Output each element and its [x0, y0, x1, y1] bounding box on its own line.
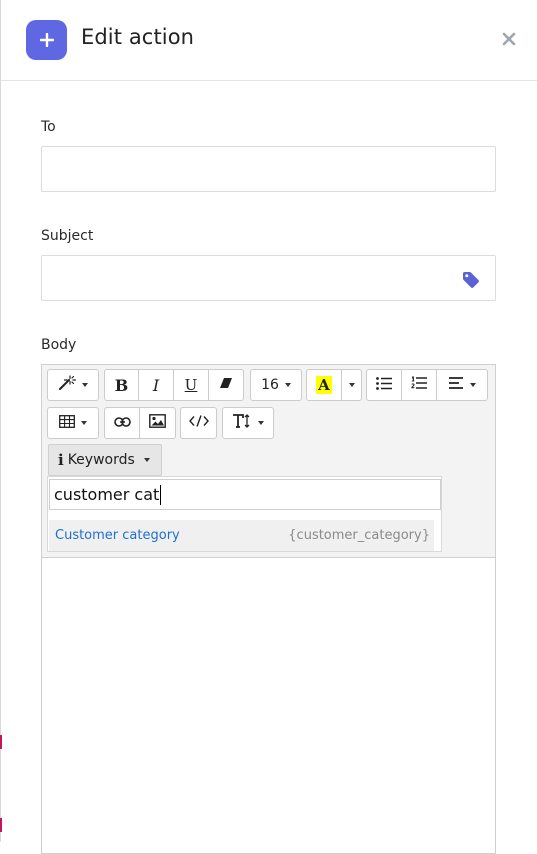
keyword-option-customer-category[interactable]: Customer category {customer_category} — [49, 520, 434, 551]
editor-content-area[interactable] — [42, 559, 495, 853]
color-group: A — [306, 369, 362, 401]
chevron-down-icon — [143, 458, 150, 462]
text-height-button[interactable] — [223, 408, 273, 438]
subject-input[interactable] — [41, 255, 496, 301]
dialog-header: Edit action — [1, 0, 537, 81]
style-group — [47, 369, 99, 401]
info-icon: i — [58, 451, 64, 469]
close-icon[interactable] — [498, 28, 520, 50]
code-view-icon — [188, 415, 209, 431]
chevron-down-icon — [348, 383, 355, 387]
bold-icon: B — [114, 375, 129, 395]
body-editor: B I U 16 A i Keywords customer cat Custo… — [41, 364, 496, 854]
image-button[interactable] — [140, 408, 175, 438]
keyword-option-code: {customer_category} — [288, 528, 430, 543]
font-size-group: 16 — [250, 369, 302, 401]
to-input[interactable] — [41, 146, 496, 192]
image-icon — [149, 414, 166, 432]
text-color-button[interactable]: A — [307, 370, 342, 400]
paragraph-group — [366, 369, 488, 401]
underline-button[interactable]: U — [174, 370, 209, 400]
edge-mark — [0, 818, 2, 832]
chevron-down-icon — [469, 383, 476, 387]
eraser-button[interactable] — [209, 370, 243, 400]
keyword-option-name: Customer category — [55, 528, 180, 543]
link-button[interactable] — [105, 408, 140, 438]
chevron-down-icon — [284, 383, 291, 387]
editor-toolbar: B I U 16 A i Keywords customer cat Custo… — [42, 365, 495, 558]
insert-group — [104, 407, 176, 439]
keywords-search-input[interactable]: customer cat — [49, 479, 441, 510]
left-border — [0, 0, 1, 842]
magic-wand-button[interactable] — [48, 370, 98, 400]
text-cursor — [160, 484, 162, 505]
italic-button[interactable]: I — [139, 370, 174, 400]
body-label: Body — [41, 337, 77, 353]
keywords-search-value: customer cat — [54, 485, 160, 504]
bold-button[interactable]: B — [105, 370, 139, 400]
font-size-value: 16 — [261, 377, 279, 393]
text-height-icon — [232, 414, 252, 432]
font-size-select[interactable]: 16 — [251, 370, 301, 400]
format-group: B I U — [104, 369, 244, 401]
unordered-list-icon — [376, 376, 392, 394]
eraser-icon — [219, 377, 233, 393]
to-label: To — [41, 119, 56, 135]
table-icon — [59, 414, 75, 432]
unordered-list-button[interactable] — [367, 370, 402, 400]
text-color-icon: A — [316, 376, 332, 394]
ordered-list-button[interactable] — [402, 370, 437, 400]
code-group — [180, 407, 217, 439]
align-icon — [448, 377, 464, 393]
table-button[interactable] — [48, 408, 98, 438]
code-view-button[interactable] — [181, 408, 216, 438]
text-color-dropdown[interactable] — [342, 370, 361, 400]
ordered-list-icon — [411, 376, 427, 394]
chevron-down-icon — [81, 421, 87, 425]
keywords-dropdown: customer cat Customer category {customer… — [47, 476, 442, 552]
keywords-button[interactable]: i Keywords — [48, 444, 162, 476]
keywords-label: Keywords — [67, 452, 135, 468]
tag-icon[interactable] — [462, 271, 480, 289]
chevron-down-icon — [82, 383, 88, 387]
link-icon — [113, 415, 131, 431]
align-button[interactable] — [437, 370, 487, 400]
chevron-down-icon — [258, 421, 264, 425]
text-height-group — [222, 407, 274, 439]
underline-icon: U — [184, 376, 198, 394]
dialog-title: Edit action — [81, 25, 195, 49]
plus-icon — [26, 20, 67, 60]
table-group — [47, 407, 99, 439]
edge-mark — [0, 735, 2, 749]
subject-label: Subject — [41, 228, 94, 244]
italic-icon: I — [152, 375, 160, 395]
magic-wand-icon — [58, 375, 77, 395]
